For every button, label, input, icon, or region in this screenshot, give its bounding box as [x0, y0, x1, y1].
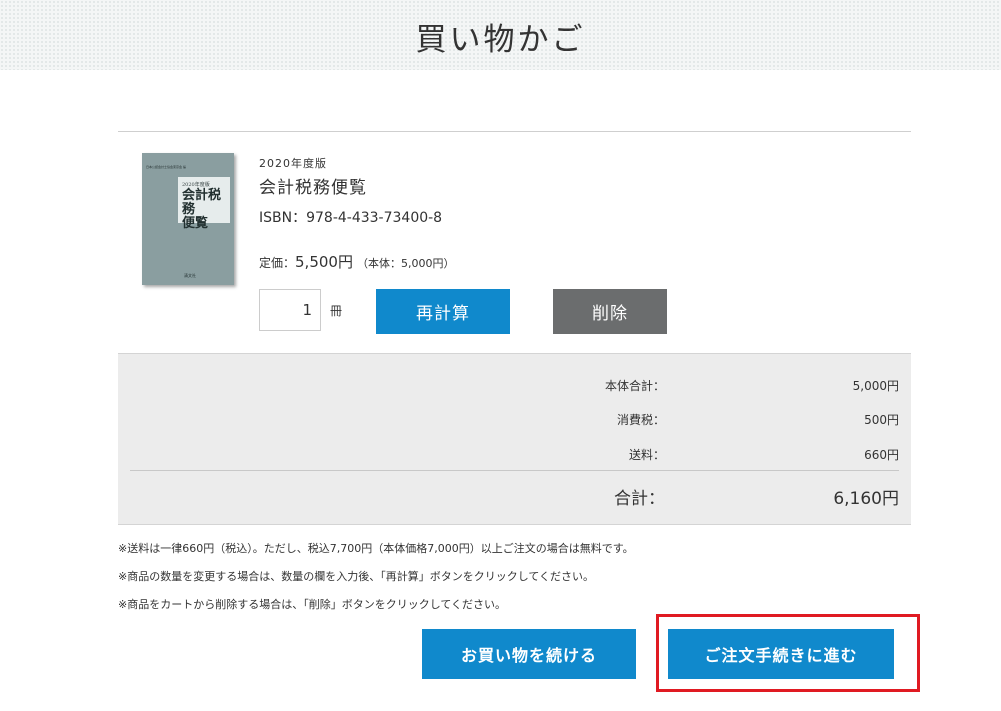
- divider: [118, 131, 911, 132]
- page-title: 買い物かご: [415, 22, 586, 58]
- delete-button[interactable]: 削除: [553, 289, 667, 334]
- quantity-unit: 冊: [330, 304, 343, 318]
- cover-title-line: 会計税務: [182, 188, 222, 217]
- order-summary: 本体合計： 5,000円 消費税： 500円 送料： 660円 合計： 6,16…: [118, 353, 911, 525]
- price-label: 定価：: [259, 256, 296, 270]
- price-value: 5,500円: [295, 253, 353, 271]
- book-cover-image[interactable]: 日本公認会計士協会東京会 編 2020年度版 会計税務 便覧 清文社: [142, 153, 234, 285]
- shipping-note: ※送料は一律660円（税込）。ただし、税込7,700円（本体価格7,000円）以…: [118, 542, 634, 555]
- delete-note: ※商品をカートから削除する場合は、「削除」ボタンをクリックしてください。: [118, 598, 507, 611]
- tax-label: 消費税：: [616, 413, 665, 427]
- total-value: 6,160円: [833, 489, 899, 509]
- product-price: 定価：5,500円 （本体：5,000円）: [259, 251, 454, 272]
- totals-divider: [130, 470, 899, 471]
- price-note: （本体：5,000円）: [356, 257, 455, 270]
- recalculate-button[interactable]: 再計算: [376, 289, 510, 334]
- cover-publisher: 清文社: [184, 273, 196, 278]
- cover-edition: 2020年度版: [182, 182, 210, 188]
- total-label: 合計：: [614, 489, 665, 509]
- checkout-button[interactable]: ご注文手続きに進む: [668, 629, 894, 679]
- subtotal-value: 5,000円: [852, 379, 899, 393]
- cover-band-text: 日本公認会計士協会東京会 編: [146, 165, 186, 169]
- subtotal-label: 本体合計：: [604, 379, 665, 393]
- quantity-input[interactable]: [259, 289, 321, 331]
- continue-shopping-button[interactable]: お買い物を続ける: [422, 629, 636, 679]
- product-isbn: ISBN：978-4-433-73400-8: [259, 210, 443, 226]
- product-edition: 2020年度版: [259, 157, 327, 170]
- shipping-label: 送料：: [628, 448, 665, 462]
- page-header: 買い物かご: [0, 0, 1001, 70]
- cover-title: 会計税務 便覧: [182, 189, 230, 231]
- product-title[interactable]: 会計税務便覧: [259, 173, 367, 198]
- cover-title-line: 便覧: [182, 216, 209, 231]
- shipping-value: 660円: [864, 448, 899, 462]
- quantity-note: ※商品の数量を変更する場合は、数量の欄を入力後、「再計算」ボタンをクリックしてく…: [118, 570, 595, 583]
- notes-list: ※送料は一律660円（税込）。ただし、税込7,700円（本体価格7,000円）以…: [118, 541, 634, 625]
- tax-value: 500円: [864, 413, 899, 427]
